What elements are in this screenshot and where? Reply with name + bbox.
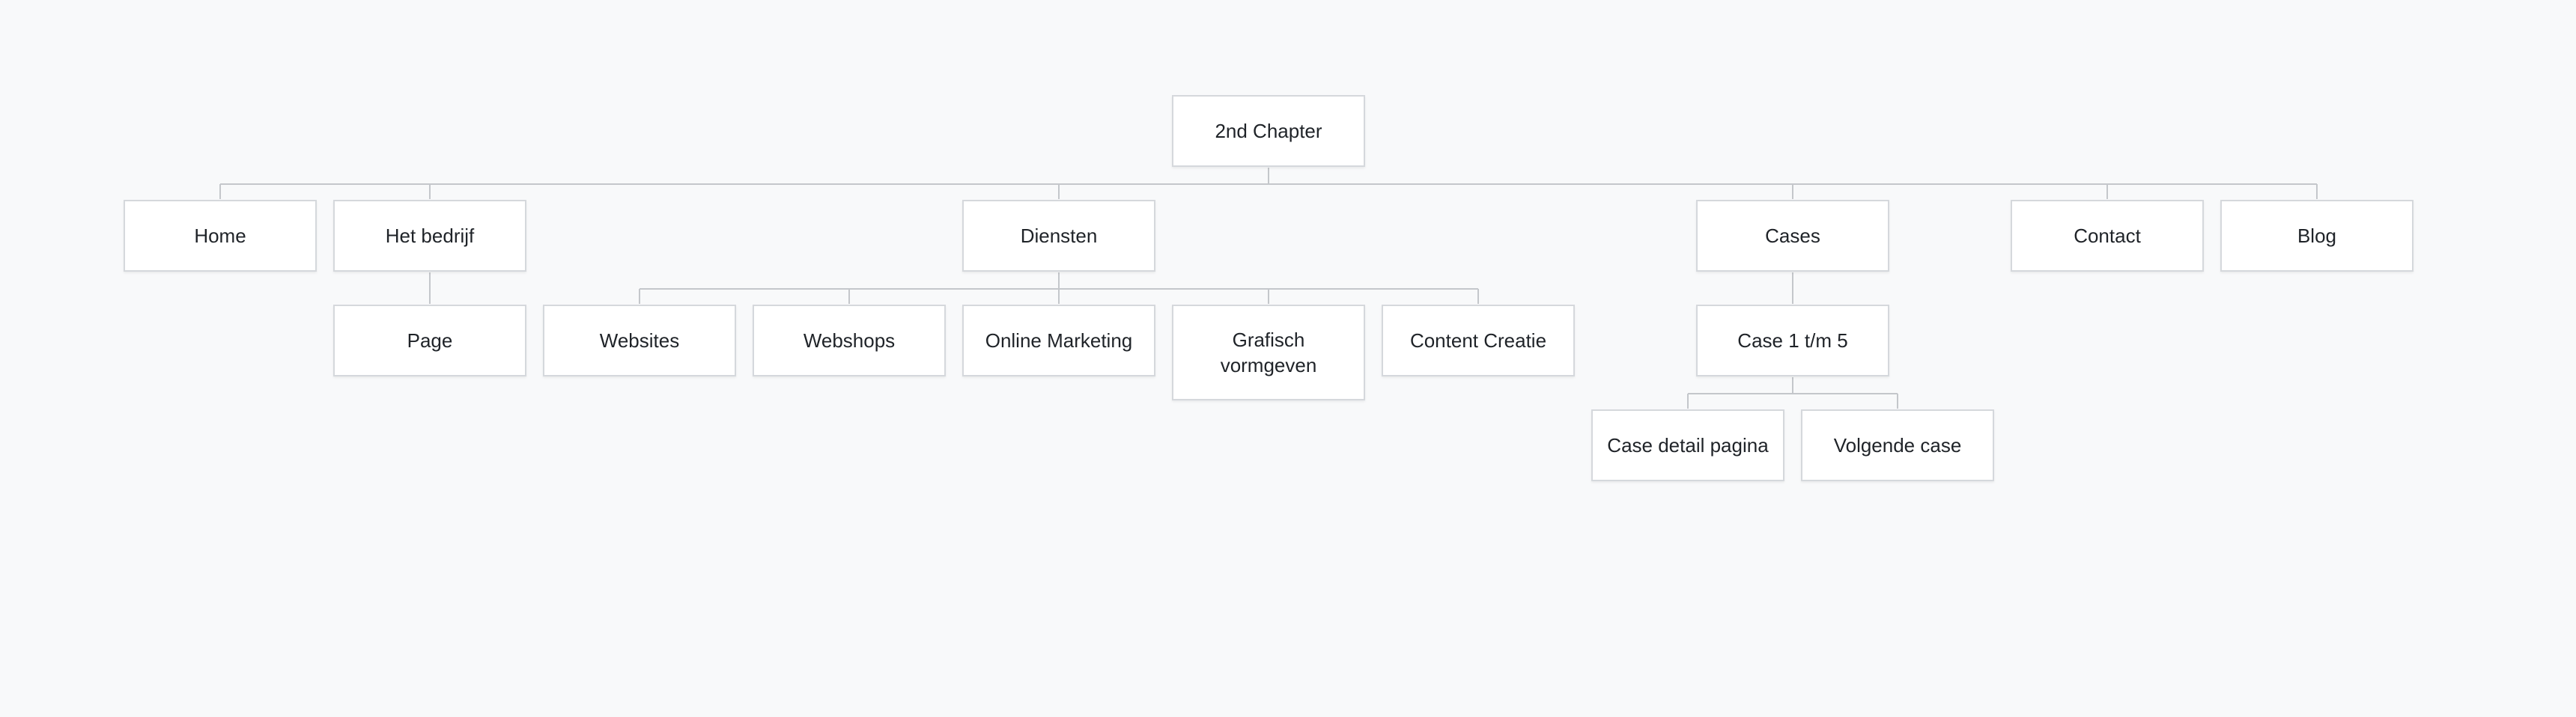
node-het-bedrijf[interactable]: Het bedrijf [333, 200, 526, 272]
node-volgende-case[interactable]: Volgende case [1801, 409, 1994, 481]
node-label: Page [407, 329, 453, 352]
node-label: Websites [599, 329, 680, 352]
node-content-creatie[interactable]: Content Creatie [1382, 305, 1575, 376]
node-case-detail-pagina[interactable]: Case detail pagina [1591, 409, 1784, 481]
node-contact[interactable]: Contact [2011, 200, 2204, 272]
node-label: Online Marketing [985, 329, 1133, 352]
node-label: Cases [1765, 225, 1820, 247]
node-label: Case 1 t/m 5 [1737, 329, 1848, 352]
node-diensten[interactable]: Diensten [962, 200, 1155, 272]
node-label: Case detail pagina [1607, 434, 1769, 457]
node-2nd-chapter[interactable]: 2nd Chapter [1172, 95, 1365, 167]
node-label: Blog [2297, 225, 2337, 247]
node-label: Het bedrijf [385, 225, 475, 247]
node-page[interactable]: Page [333, 305, 526, 376]
node-webshops[interactable]: Webshops [753, 305, 946, 376]
node-online-marketing[interactable]: Online Marketing [962, 305, 1155, 376]
node-label: Webshops [803, 329, 896, 352]
node-label: Home [194, 225, 246, 247]
node-home[interactable]: Home [124, 200, 317, 272]
node-label: 2nd Chapter [1215, 120, 1322, 142]
node-case-1-t-m-5[interactable]: Case 1 t/m 5 [1696, 305, 1889, 376]
node-label: Diensten [1020, 225, 1098, 247]
node-cases[interactable]: Cases [1696, 200, 1889, 272]
sitemap-canvas: 2nd Chapter Home Het bedrijf Diensten Ca… [0, 0, 2576, 717]
node-label: Volgende case [1833, 434, 1962, 457]
node-grafisch-vormgeven[interactable]: Grafisch vormgeven [1172, 305, 1365, 400]
node-blog[interactable]: Blog [2220, 200, 2414, 272]
node-label: Content Creatie [1409, 329, 1547, 352]
node-label: Grafisch vormgeven [1220, 329, 1317, 376]
node-label: Contact [2074, 225, 2141, 247]
node-websites[interactable]: Websites [543, 305, 736, 376]
